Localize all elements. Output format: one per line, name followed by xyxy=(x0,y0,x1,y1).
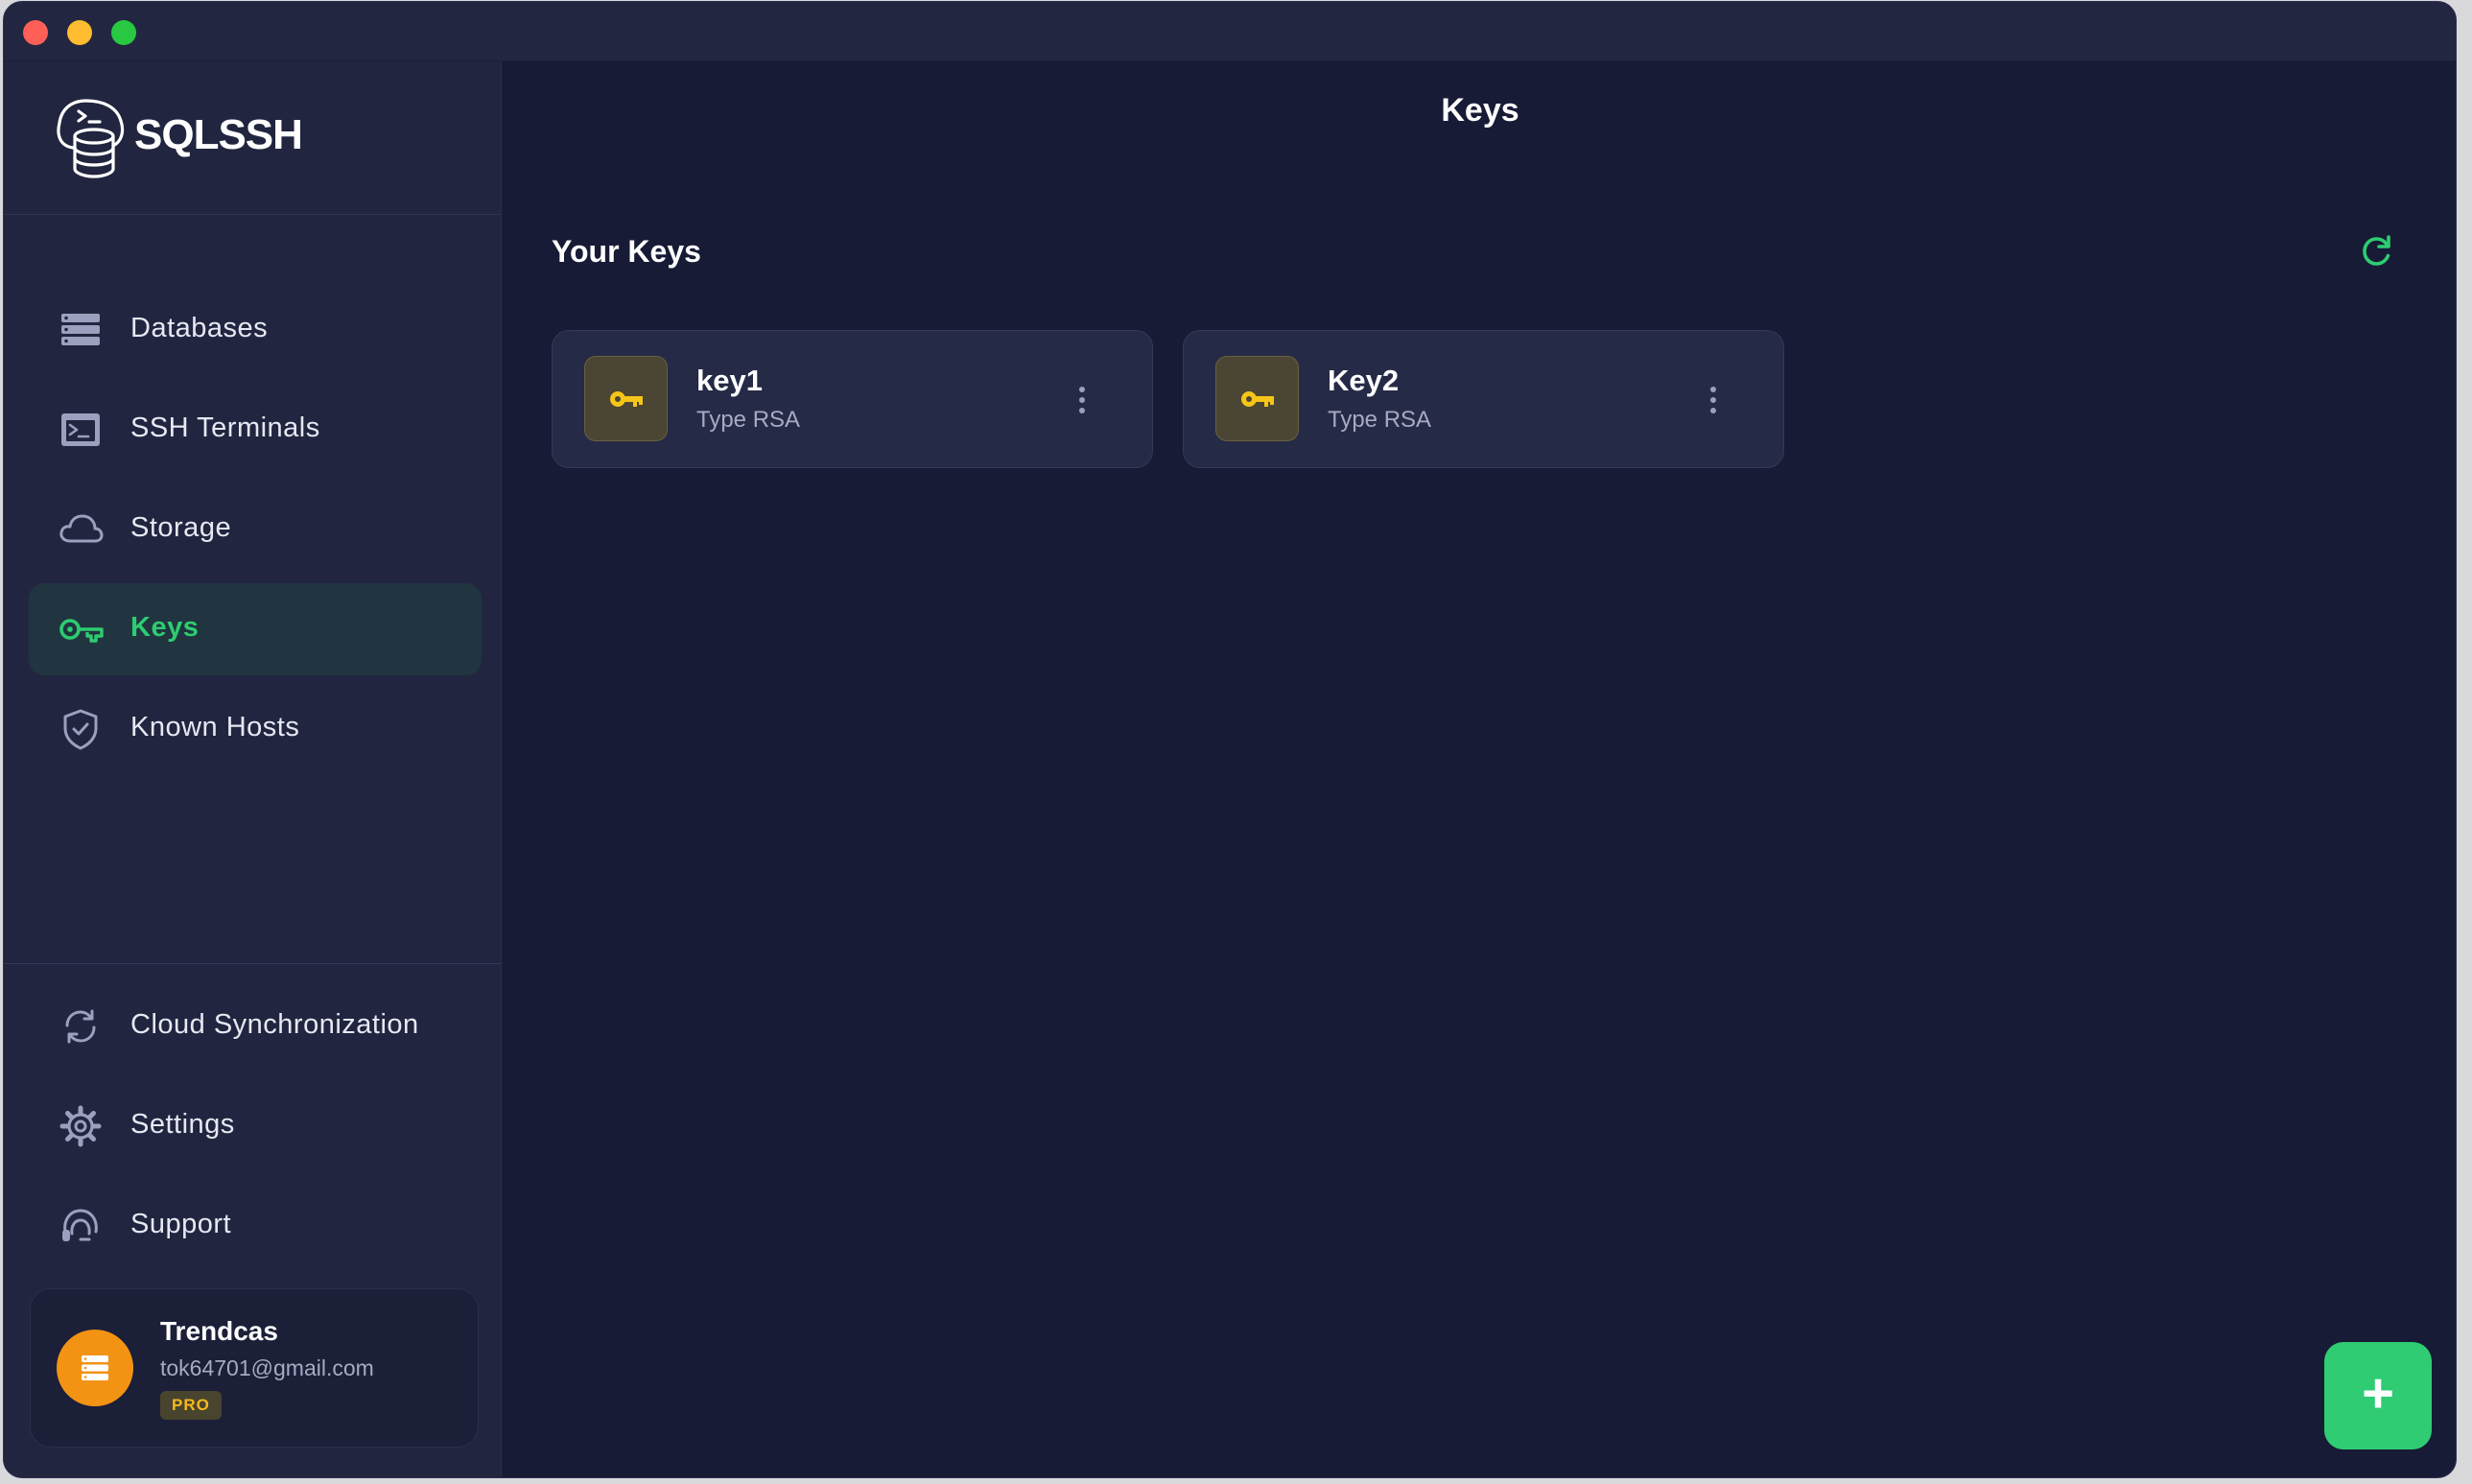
headset-icon xyxy=(62,1209,98,1241)
key-type: Type RSA xyxy=(696,407,801,433)
key-card[interactable]: Key2 Type RSA xyxy=(1183,330,1784,468)
user-email: tok64701@gmail.com xyxy=(160,1355,374,1380)
terminal-icon xyxy=(61,413,100,446)
key-icon xyxy=(1241,391,1274,407)
sidebar-item-label: Settings xyxy=(130,1109,235,1140)
server-icon xyxy=(82,1355,108,1380)
key-name: key1 xyxy=(696,364,763,397)
sqlssh-logo-icon xyxy=(57,99,125,178)
plus-icon: + xyxy=(2362,1362,2394,1425)
user-name: Trendcas xyxy=(160,1316,278,1346)
page-title: Keys xyxy=(1441,92,1519,129)
sidebar-item-support[interactable]: Support xyxy=(29,1180,482,1272)
gear-icon xyxy=(59,1105,102,1147)
sidebar-item-ssh-terminals[interactable]: SSH Terminals xyxy=(29,384,482,476)
shield-check-icon xyxy=(63,709,98,750)
sidebar-item-storage[interactable]: Storage xyxy=(29,483,482,576)
key-type: Type RSA xyxy=(1328,407,1432,433)
section-title: Your Keys xyxy=(552,234,701,269)
key-icon xyxy=(59,619,104,643)
avatar xyxy=(57,1330,133,1406)
user-profile-card[interactable]: Trendcas tok64701@gmail.com PRO xyxy=(30,1288,479,1448)
sidebar-item-label: Keys xyxy=(130,612,200,643)
title-bar xyxy=(4,2,2456,61)
add-key-button[interactable]: + xyxy=(2324,1342,2432,1449)
brand: SQLSSH xyxy=(4,61,501,215)
sidebar-item-label: Databases xyxy=(130,313,269,343)
refresh-icon[interactable] xyxy=(2358,232,2396,271)
sidebar-divider xyxy=(4,963,501,964)
sidebar-item-label: Cloud Synchronization xyxy=(130,1009,419,1040)
pro-badge: PRO xyxy=(160,1391,222,1420)
key-icon-container xyxy=(1215,356,1299,441)
main-content: Keys Your Keys key1 Type RSA Key2 Type R… xyxy=(503,61,2456,1477)
sidebar-item-known-hosts[interactable]: Known Hosts xyxy=(29,683,482,775)
sidebar-item-label: Support xyxy=(130,1209,232,1239)
minimize-window-button[interactable] xyxy=(67,20,92,45)
cloud-icon xyxy=(59,514,104,543)
sidebar-item-label: Storage xyxy=(130,512,232,543)
more-options-icon[interactable] xyxy=(1071,381,1094,419)
sidebar-item-keys[interactable]: Keys xyxy=(29,583,482,675)
zoom-window-button[interactable] xyxy=(111,20,136,45)
sync-icon xyxy=(65,1009,96,1044)
app-window: SQLSSH Databases SSH Terminals Storage K… xyxy=(3,1,2457,1478)
database-icon xyxy=(61,314,100,345)
key-card[interactable]: key1 Type RSA xyxy=(552,330,1153,468)
key-icon xyxy=(610,391,643,407)
app-name: SQLSSH xyxy=(134,111,303,158)
more-options-icon[interactable] xyxy=(1702,381,1725,419)
key-icon-container xyxy=(584,356,668,441)
sidebar-item-cloud-synchronization[interactable]: Cloud Synchronization xyxy=(29,980,482,1072)
key-name: Key2 xyxy=(1328,364,1400,397)
close-window-button[interactable] xyxy=(23,20,48,45)
sidebar-item-settings[interactable]: Settings xyxy=(29,1080,482,1172)
sidebar: SQLSSH Databases SSH Terminals Storage K… xyxy=(4,61,502,1477)
sidebar-item-label: SSH Terminals xyxy=(130,412,320,443)
sidebar-item-label: Known Hosts xyxy=(130,712,300,742)
sidebar-item-databases[interactable]: Databases xyxy=(29,284,482,376)
